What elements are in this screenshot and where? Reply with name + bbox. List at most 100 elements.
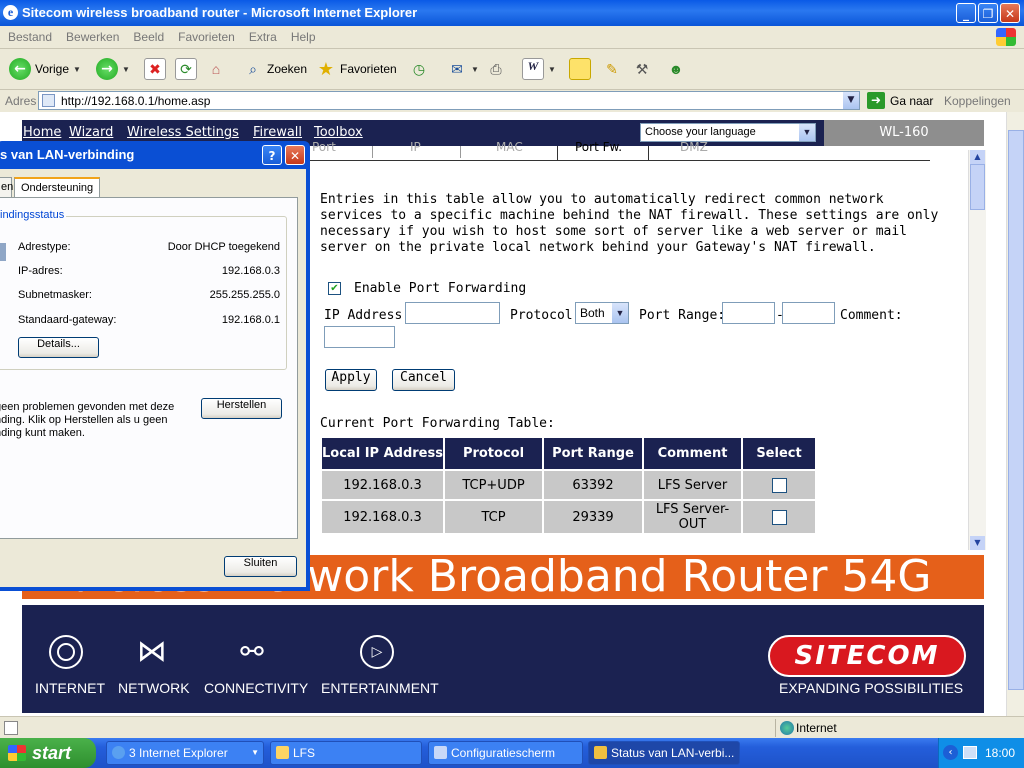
maximize-button[interactable]: ❐ [978,3,998,23]
links-label[interactable]: Koppelingen [944,94,1011,108]
refresh-button[interactable]: ⟳ [175,57,197,81]
edit-button[interactable]: W ▼ [522,57,556,81]
mail-button[interactable]: ✉ ▼ [447,57,479,81]
dialog-body: en Ondersteuning indingsstatus Adrestype… [0,169,306,587]
clock: 18:00 [984,746,1015,760]
address-input[interactable]: http://192.168.0.1/home.asp ▼ [38,91,860,110]
group-title: indingsstatus [0,209,67,221]
chevron-down-icon[interactable]: ▼ [122,65,130,74]
cell-select [743,471,815,499]
entertainment-icon: ▷ [360,635,394,669]
chevron-down-icon[interactable]: ▼ [73,65,81,74]
favorites-button[interactable]: ★ Favorieten [316,57,397,81]
field-label: Standaard-gateway: [18,314,117,326]
nav-wireless-settings[interactable]: Wireless Settings [127,125,239,140]
close-button[interactable]: ✕ [1000,3,1020,23]
tab-port[interactable]: Port [312,140,336,154]
cell-comment: LFS Server [644,471,741,499]
dialog-close-icon[interactable]: ✕ [285,145,305,165]
ip-address-input[interactable] [405,302,500,324]
notes-button[interactable] [569,57,591,81]
stop-button[interactable]: ✖ [144,57,166,81]
back-button[interactable]: ← Vorige ▼ [9,57,81,81]
toolbar: ← Vorige ▼ → ▼ ✖ ⟳ ⌂ ⌕ Zoeken ★ Favoriet… [0,49,1024,90]
repair-button[interactable]: Herstellen [201,398,282,419]
start-button[interactable]: start [0,738,96,768]
tab-ip[interactable]: IP [410,140,421,154]
nav-home[interactable]: Home [23,125,61,140]
chevron-down-icon[interactable]: ▼ [471,65,479,74]
taskbar-item-control-panel[interactable]: Configuratiescherm [428,741,583,765]
comment-input[interactable] [324,326,395,348]
tray-expand-icon[interactable]: ‹ [943,745,958,760]
home-button[interactable]: ⌂ [206,57,226,81]
word-icon: W [522,58,544,80]
go-button[interactable]: Ga naar [890,94,933,108]
taskbar-item-internet-explorer[interactable]: 3 Internet Explorer ▼ [106,741,264,765]
scroll-up-icon[interactable]: ▲ [970,150,985,164]
tab-port-forwarding[interactable]: Port Fw. [575,140,622,154]
print-button[interactable]: ⎙ [486,57,506,81]
lan-status-dialog[interactable]: s van LAN-verbinding ? ✕ en Ondersteunin… [0,141,310,591]
search-button[interactable]: ⌕ Zoeken [243,57,307,81]
row-select-checkbox[interactable] [771,477,787,493]
search-icon: ⌕ [249,61,257,77]
page-scroll-thumb[interactable] [1008,130,1024,690]
menu-favorites[interactable]: Favorieten [170,26,241,44]
page-icon [42,94,55,107]
language-select[interactable]: Choose your language ▼ [640,123,816,142]
protocol-select[interactable]: Both ▼ [575,302,629,324]
field-value: 192.168.0.1 [221,314,280,326]
dialog-close-button[interactable]: Sluiten [224,556,297,577]
help-button[interactable]: ? [262,145,282,165]
history-button[interactable]: ◷ [409,57,429,81]
tab-mac[interactable]: MAC [496,140,523,154]
repair-message-line: nding. Klik op Herstellen als u geen [0,414,168,426]
tools-button[interactable]: ⚒ [632,57,652,81]
go-arrow-icon[interactable]: ➜ [867,92,885,109]
nav-wizard[interactable]: Wizard [69,125,113,140]
menu-help[interactable]: Help [283,26,322,44]
taskbar-item-lfs[interactable]: LFS [270,741,422,765]
menu-view[interactable]: Beeld [125,26,170,44]
network-tray-icon[interactable] [963,746,977,759]
row-select-checkbox[interactable] [771,509,787,525]
field-label: Adrestype: [18,241,71,253]
menu-edit[interactable]: Bewerken [58,26,125,44]
details-button[interactable]: Details... [18,337,99,358]
scroll-down-icon[interactable]: ▼ [970,536,985,550]
cancel-button[interactable]: Cancel [392,369,455,391]
menu-tools[interactable]: Extra [241,26,283,44]
window-title-bar[interactable]: e Sitecom wireless broadband router - Mi… [0,0,1024,26]
network-icon [594,746,607,759]
windows-logo-icon [996,28,1016,46]
taskbar-item-lan-status[interactable]: Status van LAN-verbi... [588,741,740,765]
chevron-down-icon[interactable]: ▼ [799,124,815,141]
window-title: Sitecom wireless broadband router - Micr… [22,5,418,20]
port-range-start-input[interactable] [722,302,775,324]
globe-icon [780,721,794,735]
tab-support[interactable]: Ondersteuning [14,177,100,197]
network-connection-icon [0,243,6,261]
minimize-button[interactable]: _ [956,3,976,23]
frame-scrollbar[interactable]: ▲ ▼ [968,150,986,550]
scroll-thumb[interactable] [970,164,985,210]
page-scrollbar[interactable] [1006,112,1024,716]
nav-firewall[interactable]: Firewall [253,125,302,140]
tab-general[interactable]: en [0,177,13,197]
tab-dmz[interactable]: DMZ [680,140,708,154]
messenger-button[interactable]: ☻ [666,57,686,81]
chevron-down-icon[interactable]: ▼ [612,303,628,323]
port-range-end-input[interactable] [782,302,835,324]
forward-button[interactable]: → ▼ [96,57,130,81]
chevron-down-icon[interactable]: ▼ [548,65,556,74]
menu-file[interactable]: Bestand [0,26,58,44]
enable-port-forwarding-checkbox[interactable]: ✔ [328,282,341,295]
apply-button[interactable]: Apply [325,369,377,391]
research-button[interactable]: ✎ [602,57,622,81]
nav-toolbox[interactable]: Toolbox [314,125,363,140]
address-dropdown-button[interactable]: ▼ [843,92,859,109]
firewall-tabs: Port IP MAC Port Fw. DMZ [310,140,930,161]
cell-range: 63392 [544,471,642,499]
router-footer: INTERNET ⋈ NETWORK ⚯ CONNECTIVITY ▷ ENTE… [22,605,984,713]
